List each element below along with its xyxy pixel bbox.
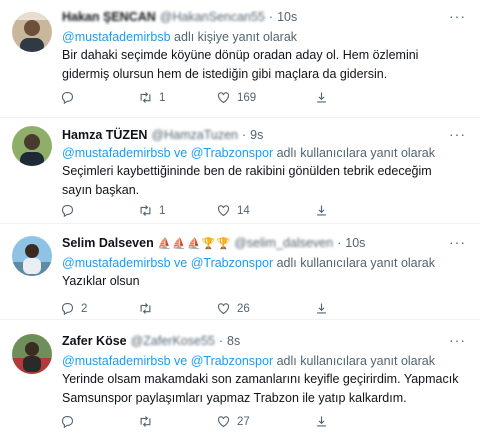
reply-icon <box>61 204 74 218</box>
reply-context-text: adlı kullanıcılara yanıt olarak <box>273 256 435 270</box>
reply-context-text: adlı kullanıcılara yanıt olarak <box>273 354 435 368</box>
like-count: 14 <box>237 204 250 217</box>
retweet-count: 1 <box>159 91 166 104</box>
separator-dot: · <box>218 334 224 348</box>
author-handle[interactable]: @ZaferKose55 <box>131 334 215 348</box>
tweet-text: Bir dahaki seçimde köyüne dönüp oradan a… <box>62 48 419 81</box>
reply-button[interactable] <box>60 414 81 429</box>
retweet-button[interactable] <box>138 301 159 316</box>
share-icon <box>317 416 326 427</box>
author-name[interactable]: Hakan ŞENCAN <box>62 10 156 24</box>
like-count: 169 <box>237 91 257 104</box>
retweet-icon <box>140 416 151 427</box>
tweet[interactable]: Zafer Köse @ZaferKose55 · 8s ··· @mustaf… <box>0 320 480 432</box>
reply-button[interactable] <box>60 203 81 218</box>
profile-badges: ⛵ ⛵ ⛵ 🏆 🏆 <box>158 237 231 250</box>
tweet-actions: 2 26 <box>60 301 460 317</box>
reply-context: @mustafademirbsb adlı kişiye yanıt olara… <box>62 30 297 44</box>
sailboat-icon: ⛵ <box>172 237 187 250</box>
reply-context-text: adlı kullanıcılara yanıt olarak <box>273 146 435 160</box>
tweet-actions: 1 14 <box>60 203 460 219</box>
retweet-icon <box>140 205 151 216</box>
share-button[interactable] <box>314 90 329 105</box>
share-button[interactable] <box>314 414 329 429</box>
like-button[interactable]: 169 <box>216 90 256 105</box>
trophy-icon: 🏆 <box>201 237 216 250</box>
retweet-button[interactable]: 1 <box>138 203 165 218</box>
share-icon <box>317 205 326 216</box>
trophy-icon: 🏆 <box>216 237 231 250</box>
reply-count: 2 <box>81 302 88 315</box>
retweet-icon <box>140 303 151 314</box>
timestamp[interactable]: 10s <box>277 10 297 24</box>
share-icon <box>317 92 326 103</box>
timestamp[interactable]: 8s <box>227 334 240 348</box>
author-handle[interactable]: @HakanSencan55 <box>160 10 265 24</box>
more-icon[interactable]: ··· <box>449 126 466 142</box>
like-icon <box>217 416 230 428</box>
more-icon[interactable]: ··· <box>449 8 466 24</box>
reply-mention[interactable]: @mustafademirbsb <box>62 30 171 44</box>
separator-dot: · <box>242 128 247 142</box>
avatar[interactable] <box>12 126 52 166</box>
author-handle[interactable]: @HamzaTuzen <box>151 128 238 142</box>
more-icon[interactable]: ··· <box>449 234 466 250</box>
share-button[interactable] <box>314 203 329 218</box>
sailboat-icon: ⛵ <box>187 237 201 250</box>
like-count: 27 <box>237 415 250 428</box>
share-button[interactable] <box>314 301 329 316</box>
reply-icon <box>61 302 74 316</box>
author-handle[interactable]: @selim_dalseven <box>234 236 333 250</box>
retweet-icon <box>140 92 151 103</box>
reply-mention[interactable]: @mustafademirbsb ve @Trabzonspor <box>62 354 273 368</box>
reply-button[interactable]: 2 <box>60 301 87 316</box>
tweet-actions: 1 169 <box>60 90 460 106</box>
avatar[interactable] <box>12 334 52 374</box>
tweet-text: Yerinde olsam makamdaki son zamanlarını … <box>62 372 459 405</box>
separator-dot: · <box>337 236 342 250</box>
like-count: 26 <box>237 302 250 315</box>
more-icon[interactable]: ··· <box>449 332 466 348</box>
reply-context-text: adlı kişiye yanıt olarak <box>170 30 298 44</box>
reply-icon <box>61 415 74 429</box>
like-icon <box>217 303 230 315</box>
reply-context: @mustafademirbsb ve @Trabzonspor adlı ku… <box>62 256 435 270</box>
tweet-text: Seçimleri kaybettiğininde ben de rakibin… <box>62 164 432 197</box>
tweet[interactable]: Hakan ŞENCAN @HakanSencan55 · 10s ··· @m… <box>0 0 480 118</box>
tweet-actions: 27 <box>60 414 460 430</box>
tweet[interactable]: Selim Dalseven ⛵ ⛵ ⛵ 🏆 🏆 @selim_dalseven… <box>0 224 480 320</box>
timestamp[interactable]: 10s <box>345 236 365 250</box>
like-icon <box>217 92 230 104</box>
reply-mention[interactable]: @mustafademirbsb ve @Trabzonspor <box>62 146 273 160</box>
reply-mention[interactable]: @mustafademirbsb ve @Trabzonspor <box>62 256 273 270</box>
retweet-button[interactable]: 1 <box>138 90 165 105</box>
tweet-text: Yazıklar olsun <box>62 274 140 288</box>
author-name[interactable]: Hamza TÜZEN <box>62 128 147 142</box>
like-button[interactable]: 26 <box>216 301 250 316</box>
reply-button[interactable] <box>60 90 81 105</box>
like-icon <box>217 205 230 217</box>
avatar[interactable] <box>12 12 52 52</box>
reply-icon <box>61 91 74 105</box>
sailboat-icon: ⛵ <box>157 237 172 250</box>
reply-context: @mustafademirbsb ve @Trabzonspor adlı ku… <box>62 354 435 368</box>
avatar[interactable] <box>12 236 52 276</box>
retweet-count: 1 <box>159 204 166 217</box>
retweet-button[interactable] <box>138 414 159 429</box>
tweet[interactable]: Hamza TÜZEN @HamzaTuzen · 9s ··· @mustaf… <box>0 118 480 224</box>
author-name[interactable]: Zafer Köse <box>62 334 127 348</box>
reply-context: @mustafademirbsb ve @Trabzonspor adlı ku… <box>62 146 435 160</box>
like-button[interactable]: 27 <box>216 414 250 429</box>
share-icon <box>317 303 326 314</box>
author-name[interactable]: Selim Dalseven <box>62 236 154 250</box>
like-button[interactable]: 14 <box>216 203 250 218</box>
timestamp[interactable]: 9s <box>250 128 263 142</box>
separator-dot: · <box>268 10 274 24</box>
